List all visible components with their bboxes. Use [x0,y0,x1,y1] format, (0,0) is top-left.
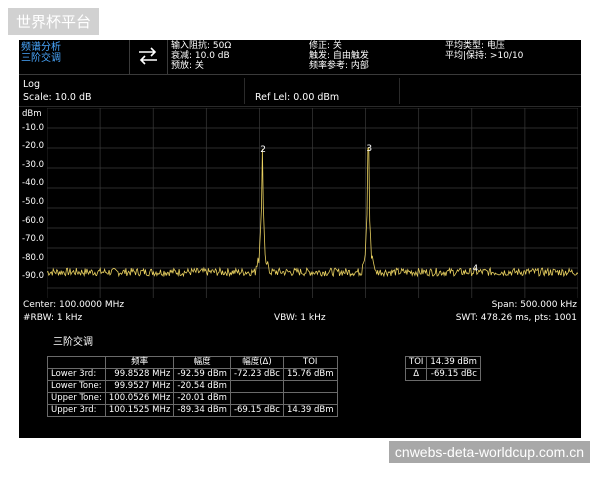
amplitude-cell: -92.59 dBm [173,368,231,381]
table-header: TOI [282,356,338,369]
center-frequency[interactable]: Center: 100.0000 MHz [23,300,124,310]
peak-marker-label: 2 [260,145,266,155]
delta-cell: -69.15 dBc [229,404,284,417]
summary-label: TOI [404,356,428,369]
frequency-cell: 100.1525 MHz [104,404,175,417]
status-header: 频谱分析 三阶交调 输入阻抗: 50Ω 衰减: 10.0 dB 预放: 关 修正… [19,40,581,75]
y-tick-label: -50.0 [22,197,44,207]
correction: 修正: 关 [309,41,342,51]
peak-marker-label: 3 [366,144,372,154]
attenuation: 衰减: 10.0 dB [171,51,230,61]
toi-table: 频率 幅度 幅度(Δ) TOI Lower 3rd: 99.8528 MHz -… [47,356,338,417]
input-settings: 输入阻抗: 50Ω 衰减: 10.0 dB 预放: 关 [171,41,231,71]
y-unit-label: dBm [22,109,42,119]
span[interactable]: Span: 500.000 kHz [492,300,577,310]
table-row: Upper 3rd: 100.1525 MHz -89.34 dBm -69.1… [47,404,338,417]
divider [399,78,400,104]
trace-info: Log Scale: 10.0 dB Ref Lel: 0.00 dBm [19,76,581,107]
table-header-row: 频率 幅度 幅度(Δ) TOI [47,356,338,369]
row-label: Lower 3rd: [47,368,106,381]
rbw[interactable]: #RBW: 1 kHz [23,313,82,323]
swap-icon[interactable] [136,46,160,66]
mode-subtitle: 三阶交调 [21,53,61,64]
y-tick-label: -90.0 [22,271,44,281]
watermark: cnwebs-deta-worldcup.com.cn [388,441,590,463]
y-axis-labels: dBm -10.0 -20.0 -30.0 -40.0 -50.0 -60.0 … [19,108,47,298]
table-row: Lower Tone: 99.9527 MHz -20.54 dBm [47,380,338,393]
row-label: Lower Tone: [47,380,106,393]
trigger-settings: 修正: 关 触发: 自由触发 频率参考: 内部 [309,41,369,71]
table-header [47,356,106,369]
toi-cell: 14.39 dBm [282,404,338,417]
scale-mode: Log [23,79,40,90]
y-tick-label: -70.0 [22,234,44,244]
table-row: Δ -69.15 dBc [404,368,481,381]
toi-cell: 15.76 dBm [282,368,338,381]
scale-value: Scale: 10.0 dB [23,92,92,103]
row-label: Upper Tone: [47,392,106,405]
toi-cell [282,392,338,405]
table-row: Upper Tone: 100.0526 MHz -20.01 dBm [47,392,338,405]
summary-value: 14.39 dBm [426,356,481,369]
frequency-cell: 99.9527 MHz [104,380,175,393]
y-tick-label: -30.0 [22,160,44,170]
input-impedance: 输入阻抗: 50Ω [171,41,232,51]
toi-cell [282,380,338,393]
plot-grid [47,108,578,298]
delta-cell [229,392,284,405]
toi-summary-table: TOI 14.39 dBm Δ -69.15 dBc [404,356,481,381]
average-hold: 平均|保持: >10/10 [445,51,524,61]
delta-cell [229,380,284,393]
average-settings: 平均类型: 电压 平均|保持: >10/10 [445,41,523,61]
sweep-time[interactable]: SWT: 478.26 ms, pts: 1001 [456,313,577,323]
y-tick-label: -80.0 [22,253,44,263]
frequency-cell: 100.0526 MHz [104,392,175,405]
table-header: 幅度 [173,356,231,369]
peak-marker-label: 4 [472,264,478,274]
row-label: Upper 3rd: [47,404,106,417]
divider [167,40,168,74]
average-type: 平均类型: 电压 [445,41,505,51]
spectrum-plot[interactable]: 2 3 4 [47,108,578,298]
y-tick-label: -40.0 [22,178,44,188]
table-row: TOI 14.39 dBm [404,356,481,369]
table-header: 幅度(Δ) [229,356,284,369]
ref-level: Ref Lel: 0.00 dBm [255,92,340,103]
divider [244,78,245,104]
y-tick-label: -20.0 [22,141,44,151]
amplitude-cell: -20.54 dBm [173,380,231,393]
toi-title: 三阶交调 [53,337,93,348]
y-tick-label: -60.0 [22,216,44,226]
mode-title: 频谱分析 [21,42,61,53]
y-tick-label: -10.0 [22,123,44,133]
divider [129,40,130,74]
vbw[interactable]: VBW: 1 kHz [274,313,326,323]
analyzer-screen: 频谱分析 三阶交调 输入阻抗: 50Ω 衰减: 10.0 dB 预放: 关 修正… [19,40,581,438]
amplitude-cell: -20.01 dBm [173,392,231,405]
summary-value: -69.15 dBc [426,368,481,381]
trigger: 触发: 自由触发 [309,51,369,61]
frequency-cell: 99.8528 MHz [104,368,175,381]
table-header: 频率 [104,356,175,369]
summary-label: Δ [404,368,428,381]
measurement-mode[interactable]: 频谱分析 三阶交调 [21,42,127,64]
amplitude-cell: -89.34 dBm [173,404,231,417]
table-row: Lower 3rd: 99.8528 MHz -92.59 dBm -72.23… [47,368,338,381]
delta-cell: -72.23 dBc [229,368,284,381]
freq-reference: 频率参考: 内部 [309,61,369,71]
brand-overlay: 世界杯平台 [8,8,100,35]
preamp: 预放: 关 [171,61,204,71]
